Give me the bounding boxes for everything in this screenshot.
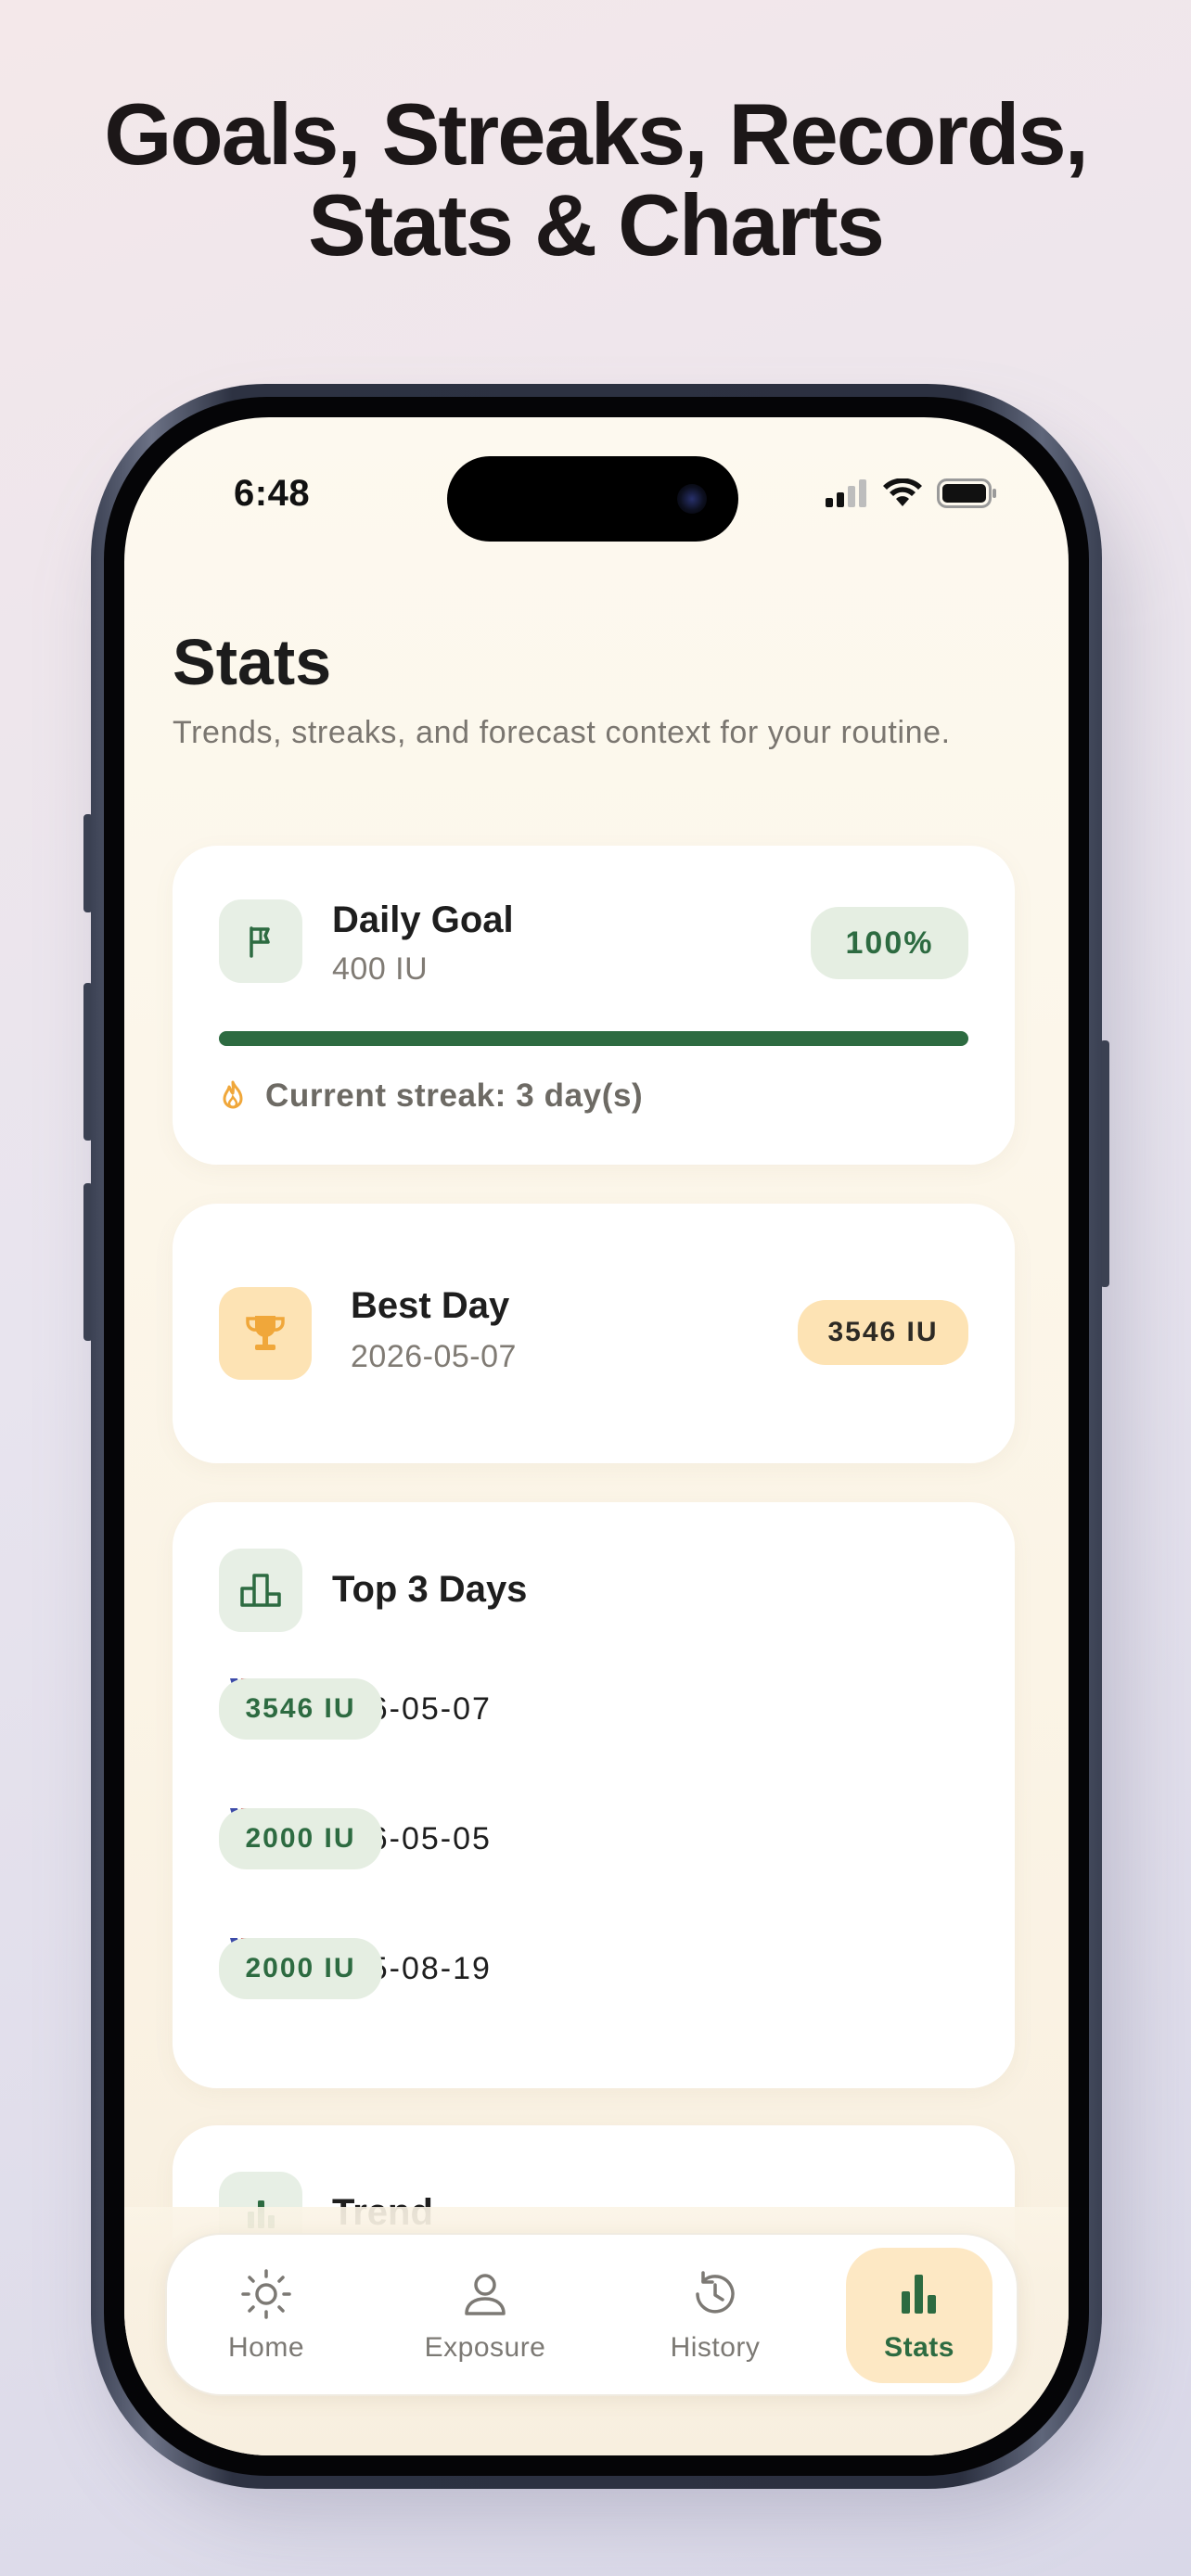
top-day-value-1: 3546 IU bbox=[219, 1678, 382, 1740]
tab-stats[interactable]: Stats bbox=[846, 2248, 992, 2383]
app-screen: 6:48 Stats Trends, streaks, and forecast… bbox=[124, 417, 1069, 2455]
cellular-signal-icon bbox=[826, 479, 866, 507]
status-time: 6:48 bbox=[234, 473, 311, 514]
daily-goal-card[interactable]: Daily Goal 400 IU 100% Current streak: 3… bbox=[173, 846, 1015, 1165]
top-day-row-1[interactable]: 1 2026-05-07 3546 IU bbox=[219, 1677, 968, 1741]
goal-progress-fill bbox=[219, 1031, 968, 1046]
phone-frame: 6:48 Stats Trends, streaks, and forecast… bbox=[91, 384, 1102, 2489]
sun-icon bbox=[241, 2269, 291, 2319]
top-days-icon-tile bbox=[219, 1549, 302, 1632]
daily-goal-title: Daily Goal bbox=[332, 899, 514, 940]
marketing-headline: Goals, Streaks, Records, Stats & Charts bbox=[0, 89, 1191, 271]
top-day-row-3[interactable]: 3 2025-08-19 2000 IU bbox=[219, 1936, 968, 2001]
top-days-title: Top 3 Days bbox=[332, 1569, 528, 1610]
bar-chart-icon bbox=[902, 2275, 936, 2314]
best-day-icon-tile bbox=[219, 1287, 312, 1380]
wifi-icon bbox=[883, 478, 922, 506]
tab-home[interactable]: Home bbox=[193, 2248, 339, 2383]
goal-progress-bar bbox=[219, 1031, 968, 1046]
best-day-value-badge: 3546 IU bbox=[798, 1300, 968, 1365]
phone-bezel: 6:48 Stats Trends, streaks, and forecast… bbox=[104, 397, 1089, 2476]
battery-icon bbox=[937, 478, 996, 508]
page-subtitle: Trends, streaks, and forecast context fo… bbox=[173, 715, 951, 750]
streak-text: Current streak: 3 day(s) bbox=[265, 1078, 644, 1114]
tab-bar: Home Exposure History Stats bbox=[165, 2233, 1018, 2396]
best-day-date: 2026-05-07 bbox=[351, 1339, 517, 1374]
dynamic-island bbox=[447, 456, 738, 542]
top-day-value-2: 2000 IU bbox=[219, 1808, 382, 1869]
status-icons bbox=[826, 478, 998, 508]
top-day-row-2[interactable]: 2 2026-05-05 2000 IU bbox=[219, 1806, 968, 1871]
tab-exposure[interactable]: Exposure bbox=[412, 2248, 558, 2383]
daily-goal-target: 400 IU bbox=[332, 951, 429, 987]
tab-stats-label: Stats bbox=[884, 2332, 954, 2363]
tab-history[interactable]: History bbox=[642, 2248, 788, 2383]
page-title: Stats bbox=[173, 626, 332, 698]
top-days-card: Top 3 Days 1 2026-05-07 3546 IU bbox=[173, 1502, 1015, 2088]
daily-goal-icon-tile bbox=[219, 899, 302, 983]
tab-home-label: Home bbox=[227, 2332, 305, 2363]
streak-row: Current streak: 3 day(s) bbox=[219, 1078, 643, 1115]
trophy-icon bbox=[246, 1316, 285, 1350]
tab-exposure-label: Exposure bbox=[424, 2332, 546, 2363]
top-day-value-3: 2000 IU bbox=[219, 1938, 382, 1999]
flame-icon bbox=[223, 1080, 243, 1109]
goal-percent-badge: 100% bbox=[811, 907, 968, 979]
podium-icon bbox=[240, 1574, 281, 1607]
person-icon bbox=[465, 2274, 506, 2315]
headline-line-2: Stats & Charts bbox=[308, 176, 885, 274]
flag-icon bbox=[250, 926, 270, 958]
history-icon bbox=[696, 2271, 735, 2314]
headline-line-1: Goals, Streaks, Records, bbox=[104, 85, 1089, 183]
tab-history-label: History bbox=[670, 2332, 761, 2363]
status-bar: 6:48 bbox=[124, 417, 1069, 547]
front-camera-icon bbox=[677, 484, 707, 514]
best-day-card[interactable]: Best Day 2026-05-07 3546 IU bbox=[173, 1204, 1015, 1463]
best-day-title: Best Day bbox=[351, 1285, 510, 1326]
